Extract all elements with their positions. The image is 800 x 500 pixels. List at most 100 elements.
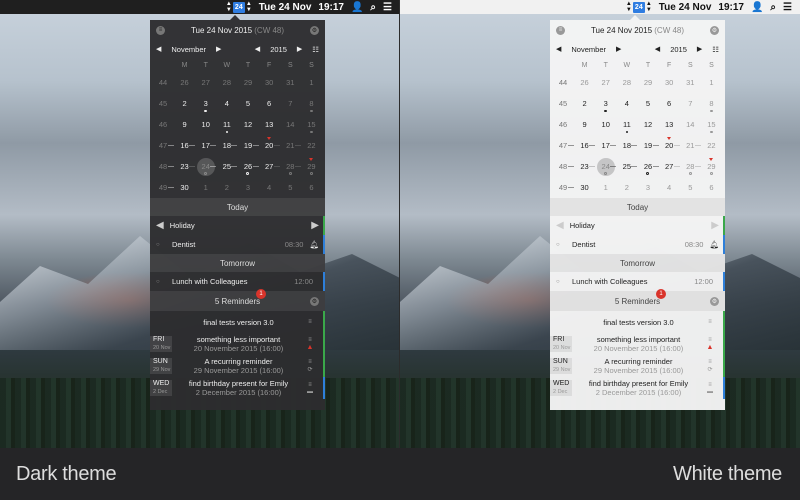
add-reminder-button[interactable]: ⚙ <box>310 296 319 306</box>
day-cell[interactable]: 9 <box>574 114 595 135</box>
day-cell[interactable]: 4 <box>659 177 680 198</box>
reminder-row[interactable]: final tests version 3.0 ≡ <box>150 311 325 333</box>
day-cell[interactable]: 4 <box>259 177 280 198</box>
day-cell[interactable]: 6 <box>659 93 680 114</box>
list-view-icon[interactable]: ☷ <box>712 45 719 54</box>
day-cell[interactable]: 5 <box>680 177 701 198</box>
day-cell[interactable]: 28 <box>616 72 637 93</box>
reminder-menu-icon[interactable]: ≡ <box>708 337 712 343</box>
list-icon[interactable]: ☰ <box>383 2 392 13</box>
reminder-row[interactable]: WED 2 Dec find birthday present for Emily 2… <box>150 377 325 399</box>
day-cell[interactable]: 1 <box>195 177 216 198</box>
event-holiday[interactable]: ◀ Holiday ▶ <box>150 216 325 235</box>
reminder-menu-icon[interactable]: ≡ <box>708 319 712 325</box>
event-lunch[interactable]: ○ Lunch with Colleagues 12:00 <box>150 272 325 291</box>
day-cell[interactable]: 13 <box>259 114 280 135</box>
next-year-button[interactable]: ▶ <box>297 45 302 53</box>
day-cell[interactable]: 30 <box>168 177 195 198</box>
day-cell[interactable]: 15 <box>301 114 322 135</box>
day-cell[interactable]: 31 <box>680 72 701 93</box>
reminder-menu-icon[interactable]: ≡ <box>708 382 712 388</box>
prev-month-button[interactable]: ◀ <box>156 45 161 53</box>
user-icon[interactable]: 👤 <box>751 2 763 13</box>
day-cell[interactable]: 14 <box>680 114 701 135</box>
list-icon[interactable]: ☰ <box>783 2 792 13</box>
day-cell[interactable]: 1 <box>595 177 616 198</box>
day-cell[interactable]: 8 <box>701 93 722 114</box>
day-cell[interactable]: 3 <box>237 177 258 198</box>
day-cell[interactable]: 14 <box>280 114 301 135</box>
day-cell[interactable]: 7 <box>680 93 701 114</box>
search-icon[interactable]: ⌕ <box>370 2 376 13</box>
day-cell[interactable]: 3 <box>195 93 216 114</box>
settings-button[interactable]: ≡ <box>556 25 565 35</box>
next-month-button[interactable]: ▶ <box>216 45 221 53</box>
day-cell[interactable]: 28 <box>216 72 237 93</box>
day-cell[interactable]: 2 <box>616 177 637 198</box>
day-cell[interactable]: 22 <box>294 135 322 156</box>
add-reminder-button[interactable]: ⚙ <box>710 296 719 306</box>
day-cell[interactable]: 29 <box>294 156 322 177</box>
day-cell[interactable]: 5 <box>237 93 258 114</box>
day-cell[interactable]: 6 <box>301 177 322 198</box>
day-cell[interactable]: 26 <box>574 72 595 93</box>
day-cell[interactable]: 12 <box>637 114 658 135</box>
day-cell[interactable]: 9 <box>174 114 195 135</box>
reminder-row[interactable]: FRI 20 Nov something less important 20 Nove… <box>550 333 725 355</box>
next-year-button[interactable]: ▶ <box>697 45 702 53</box>
menubar-date[interactable]: Tue 24 Nov <box>259 2 312 13</box>
prev-year-button[interactable]: ◀ <box>255 45 260 53</box>
day-cell[interactable]: 30 <box>259 72 280 93</box>
day-cell[interactable]: 4 <box>216 93 237 114</box>
reminder-menu-icon[interactable]: ≡ <box>308 382 312 388</box>
day-cell[interactable]: 3 <box>637 177 658 198</box>
day-cell[interactable]: 1 <box>301 72 322 93</box>
reminder-row[interactable]: WED 2 Dec find birthday present for Emily 2… <box>550 377 725 399</box>
day-cell[interactable]: 5 <box>280 177 301 198</box>
event-lunch[interactable]: ○ Lunch with Colleagues 12:00 <box>550 272 725 291</box>
day-cell[interactable]: 2 <box>174 93 195 114</box>
day-cell[interactable]: 6 <box>259 93 280 114</box>
day-cell[interactable]: 31 <box>280 72 301 93</box>
day-cell[interactable]: 11 <box>216 114 237 135</box>
day-cell[interactable]: 5 <box>637 93 658 114</box>
event-dentist[interactable]: ○ Dentist 08:30 🔔︎ <box>550 235 725 254</box>
day-cell[interactable]: 10 <box>595 114 616 135</box>
calendar-menubar-icon[interactable]: ▲ ▼ 24 ▲ ▼ <box>226 1 252 13</box>
list-view-icon[interactable]: ☷ <box>312 45 319 54</box>
day-cell[interactable]: 27 <box>195 72 216 93</box>
day-cell[interactable]: 6 <box>701 177 722 198</box>
reminder-menu-icon[interactable]: ≡ <box>308 319 312 325</box>
reminder-row[interactable]: SUN 29 Nov A recurring reminder 29 November… <box>550 355 725 377</box>
day-cell[interactable]: 2 <box>216 177 237 198</box>
day-cell[interactable]: 27 <box>595 72 616 93</box>
reminder-row[interactable]: SUN 29 Nov A recurring reminder 29 November… <box>150 355 325 377</box>
reminder-menu-icon[interactable]: ≡ <box>708 359 712 365</box>
day-cell[interactable]: 29 <box>694 156 722 177</box>
day-cell[interactable]: 29 <box>637 72 658 93</box>
reminder-row[interactable]: final tests version 3.0 ≡ <box>550 311 725 333</box>
next-month-button[interactable]: ▶ <box>616 45 621 53</box>
event-holiday[interactable]: ◀ Holiday ▶ <box>550 216 725 235</box>
day-cell[interactable]: 11 <box>616 114 637 135</box>
day-cell[interactable]: 7 <box>280 93 301 114</box>
day-cell[interactable]: 22 <box>694 135 722 156</box>
reminder-row[interactable]: FRI 20 Nov something less important 20 Nove… <box>150 333 325 355</box>
menubar-date[interactable]: Tue 24 Nov <box>659 2 712 13</box>
gear-button[interactable]: ⚙ <box>710 25 719 35</box>
day-cell[interactable]: 4 <box>616 93 637 114</box>
calendar-menubar-icon[interactable]: ▲ ▼ 24 ▲ ▼ <box>626 1 652 13</box>
day-cell[interactable]: 12 <box>237 114 258 135</box>
day-cell[interactable]: 1 <box>701 72 722 93</box>
menubar-time[interactable]: 19:17 <box>718 2 744 13</box>
day-cell[interactable]: 30 <box>659 72 680 93</box>
event-dentist[interactable]: ○ Dentist 08:30 🔔︎ <box>150 235 325 254</box>
day-cell[interactable]: 13 <box>659 114 680 135</box>
gear-button[interactable]: ⚙ <box>310 25 319 35</box>
day-cell[interactable]: 26 <box>174 72 195 93</box>
day-cell[interactable]: 3 <box>595 93 616 114</box>
reminder-menu-icon[interactable]: ≡ <box>308 337 312 343</box>
prev-month-button[interactable]: ◀ <box>556 45 561 53</box>
prev-year-button[interactable]: ◀ <box>655 45 660 53</box>
day-cell[interactable]: 29 <box>237 72 258 93</box>
